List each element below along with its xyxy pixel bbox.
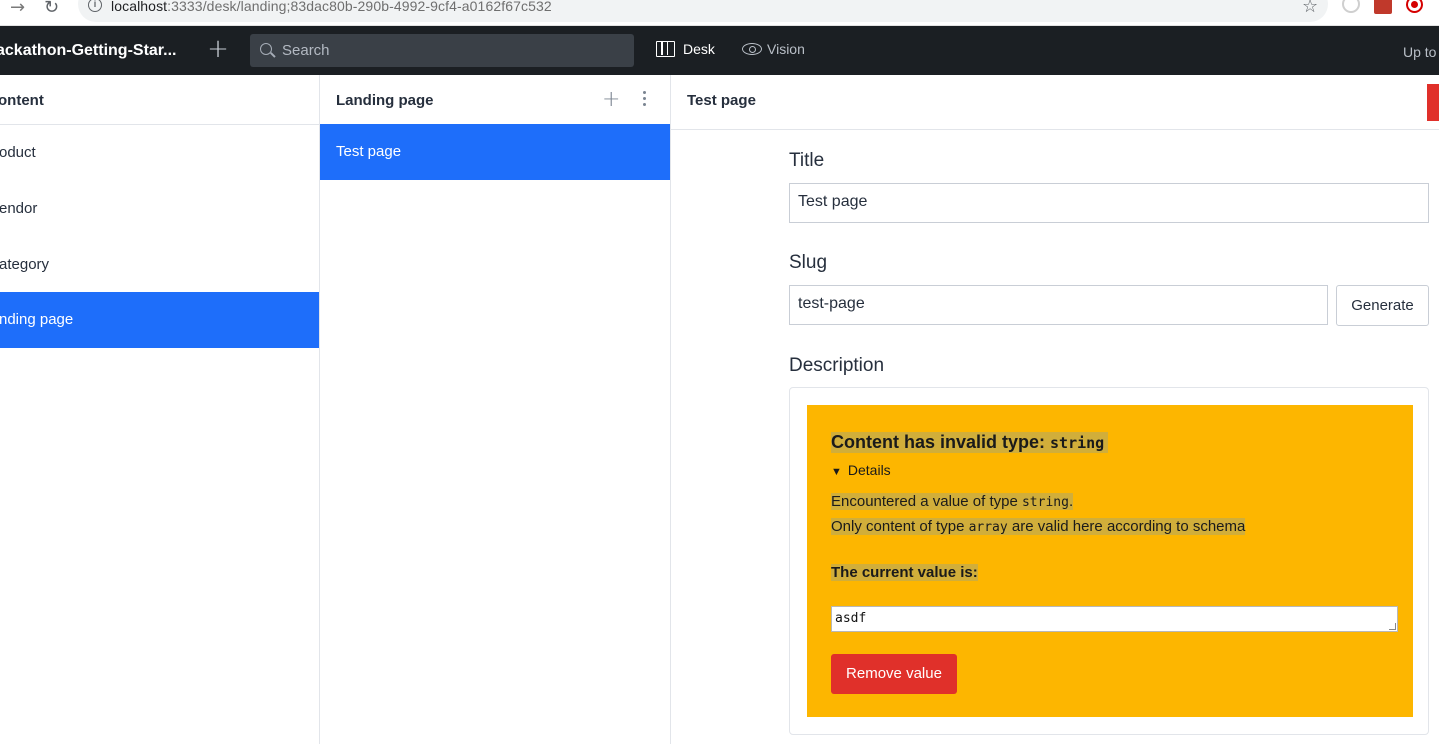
pane-title: Landing page (336, 92, 434, 109)
list-item-vendor[interactable]: endor (0, 181, 319, 237)
list-item-landing-page[interactable]: nding page (0, 292, 319, 348)
warning-heading: Content has invalid type: string (831, 432, 1109, 453)
current-value-textarea[interactable]: asdf (831, 606, 1398, 632)
field-label-slug: Slug (789, 252, 828, 273)
list-item-product[interactable]: oduct (0, 125, 319, 181)
editor-header: Test page (671, 75, 1439, 130)
pane-title: ontent (0, 92, 44, 109)
line1-type: string (1021, 495, 1069, 510)
reload-icon[interactable]: ↻ (44, 0, 59, 18)
list-item-label: oduct (0, 144, 36, 161)
document-title: Test page (687, 92, 756, 109)
generate-button[interactable]: Generate (1336, 285, 1429, 326)
eye-icon (742, 43, 762, 55)
pane-header: Landing page + (320, 75, 670, 125)
url-text[interactable]: localhost:3333/desk/landing;83dac80b-290… (111, 0, 552, 14)
line2-type: array (968, 520, 1008, 535)
tool-desk[interactable]: Desk (656, 41, 715, 61)
list-item-test-page[interactable]: Test page (320, 124, 670, 180)
search-input[interactable]: Search (250, 34, 634, 67)
current-value-text: asdf (835, 611, 867, 626)
title-input[interactable]: Test page (789, 183, 1429, 223)
warning-heading-type: string (1050, 434, 1105, 452)
field-label-description: Description (789, 355, 885, 376)
resize-handle-icon[interactable] (1389, 623, 1396, 630)
current-value-label: The current value is: (831, 564, 978, 581)
list-item-label: Test page (336, 143, 402, 160)
tool-vision[interactable]: Vision (742, 41, 805, 61)
slug-input[interactable]: test-page (789, 285, 1328, 325)
warning-line-valid-types: Only content of type array are valid her… (831, 518, 1246, 535)
add-document-icon[interactable]: + (602, 87, 620, 112)
line2-prefix: Only content of type (831, 518, 969, 535)
navbar-right-text[interactable]: Up to (1403, 44, 1436, 60)
description-field: Content has invalid type: string ▼ Detail… (789, 387, 1429, 735)
remove-value-button[interactable]: Remove value (831, 654, 957, 694)
create-plus-icon[interactable]: + (205, 35, 231, 65)
line2-suffix: are valid here according to schema (1007, 518, 1246, 535)
line1-prefix: Encountered a value of type (831, 493, 1022, 510)
url-host: localhost (111, 0, 168, 14)
field-label-title: Title (789, 150, 825, 171)
browser-toolbar: → ↻ i localhost:3333/desk/landing;83dac8… (0, 0, 1439, 26)
more-menu-icon[interactable] (643, 91, 647, 107)
bookmark-star-icon[interactable]: ☆ (1302, 0, 1318, 17)
pane-header: ontent (0, 75, 319, 125)
list-item-label: endor (0, 200, 38, 217)
tool-desk-label: Desk (683, 41, 715, 57)
search-placeholder: Search (282, 42, 330, 59)
list-item-label: ategory (0, 256, 50, 273)
editor-pane: Test page Title Test page Slug test-page… (671, 75, 1439, 744)
project-title[interactable]: ackathon-Getting-Star... (0, 42, 176, 60)
list-item-category[interactable]: ategory (0, 237, 319, 293)
columns-icon (656, 41, 675, 57)
tool-vision-label: Vision (767, 41, 805, 57)
content-pane: ontent oduct endor ategory nding page (0, 75, 320, 744)
warning-heading-text: Content has invalid type: (831, 432, 1051, 452)
landing-pane: Landing page + Test page (320, 75, 671, 744)
forward-arrow-icon[interactable]: → (10, 0, 25, 18)
details-label: Details (847, 462, 891, 478)
line1-suffix: . (1068, 493, 1074, 510)
extension-icon[interactable] (1342, 0, 1360, 13)
invalid-type-warning: Content has invalid type: string ▼ Detail… (807, 405, 1413, 717)
warning-line-encountered: Encountered a value of type string. (831, 493, 1074, 510)
url-path: :3333/desk/landing;83dac80b-290b-4992-9c… (167, 0, 552, 14)
details-toggle[interactable]: ▼ Details (831, 462, 891, 478)
list-item-label: nding page (0, 311, 74, 328)
extension-icon[interactable] (1374, 0, 1392, 14)
record-icon[interactable] (1406, 0, 1423, 13)
status-indicator[interactable] (1427, 84, 1439, 121)
search-icon (260, 43, 272, 55)
caret-down-icon: ▼ (831, 466, 842, 478)
app-navbar: ackathon-Getting-Star... + Search Desk V… (0, 26, 1439, 75)
